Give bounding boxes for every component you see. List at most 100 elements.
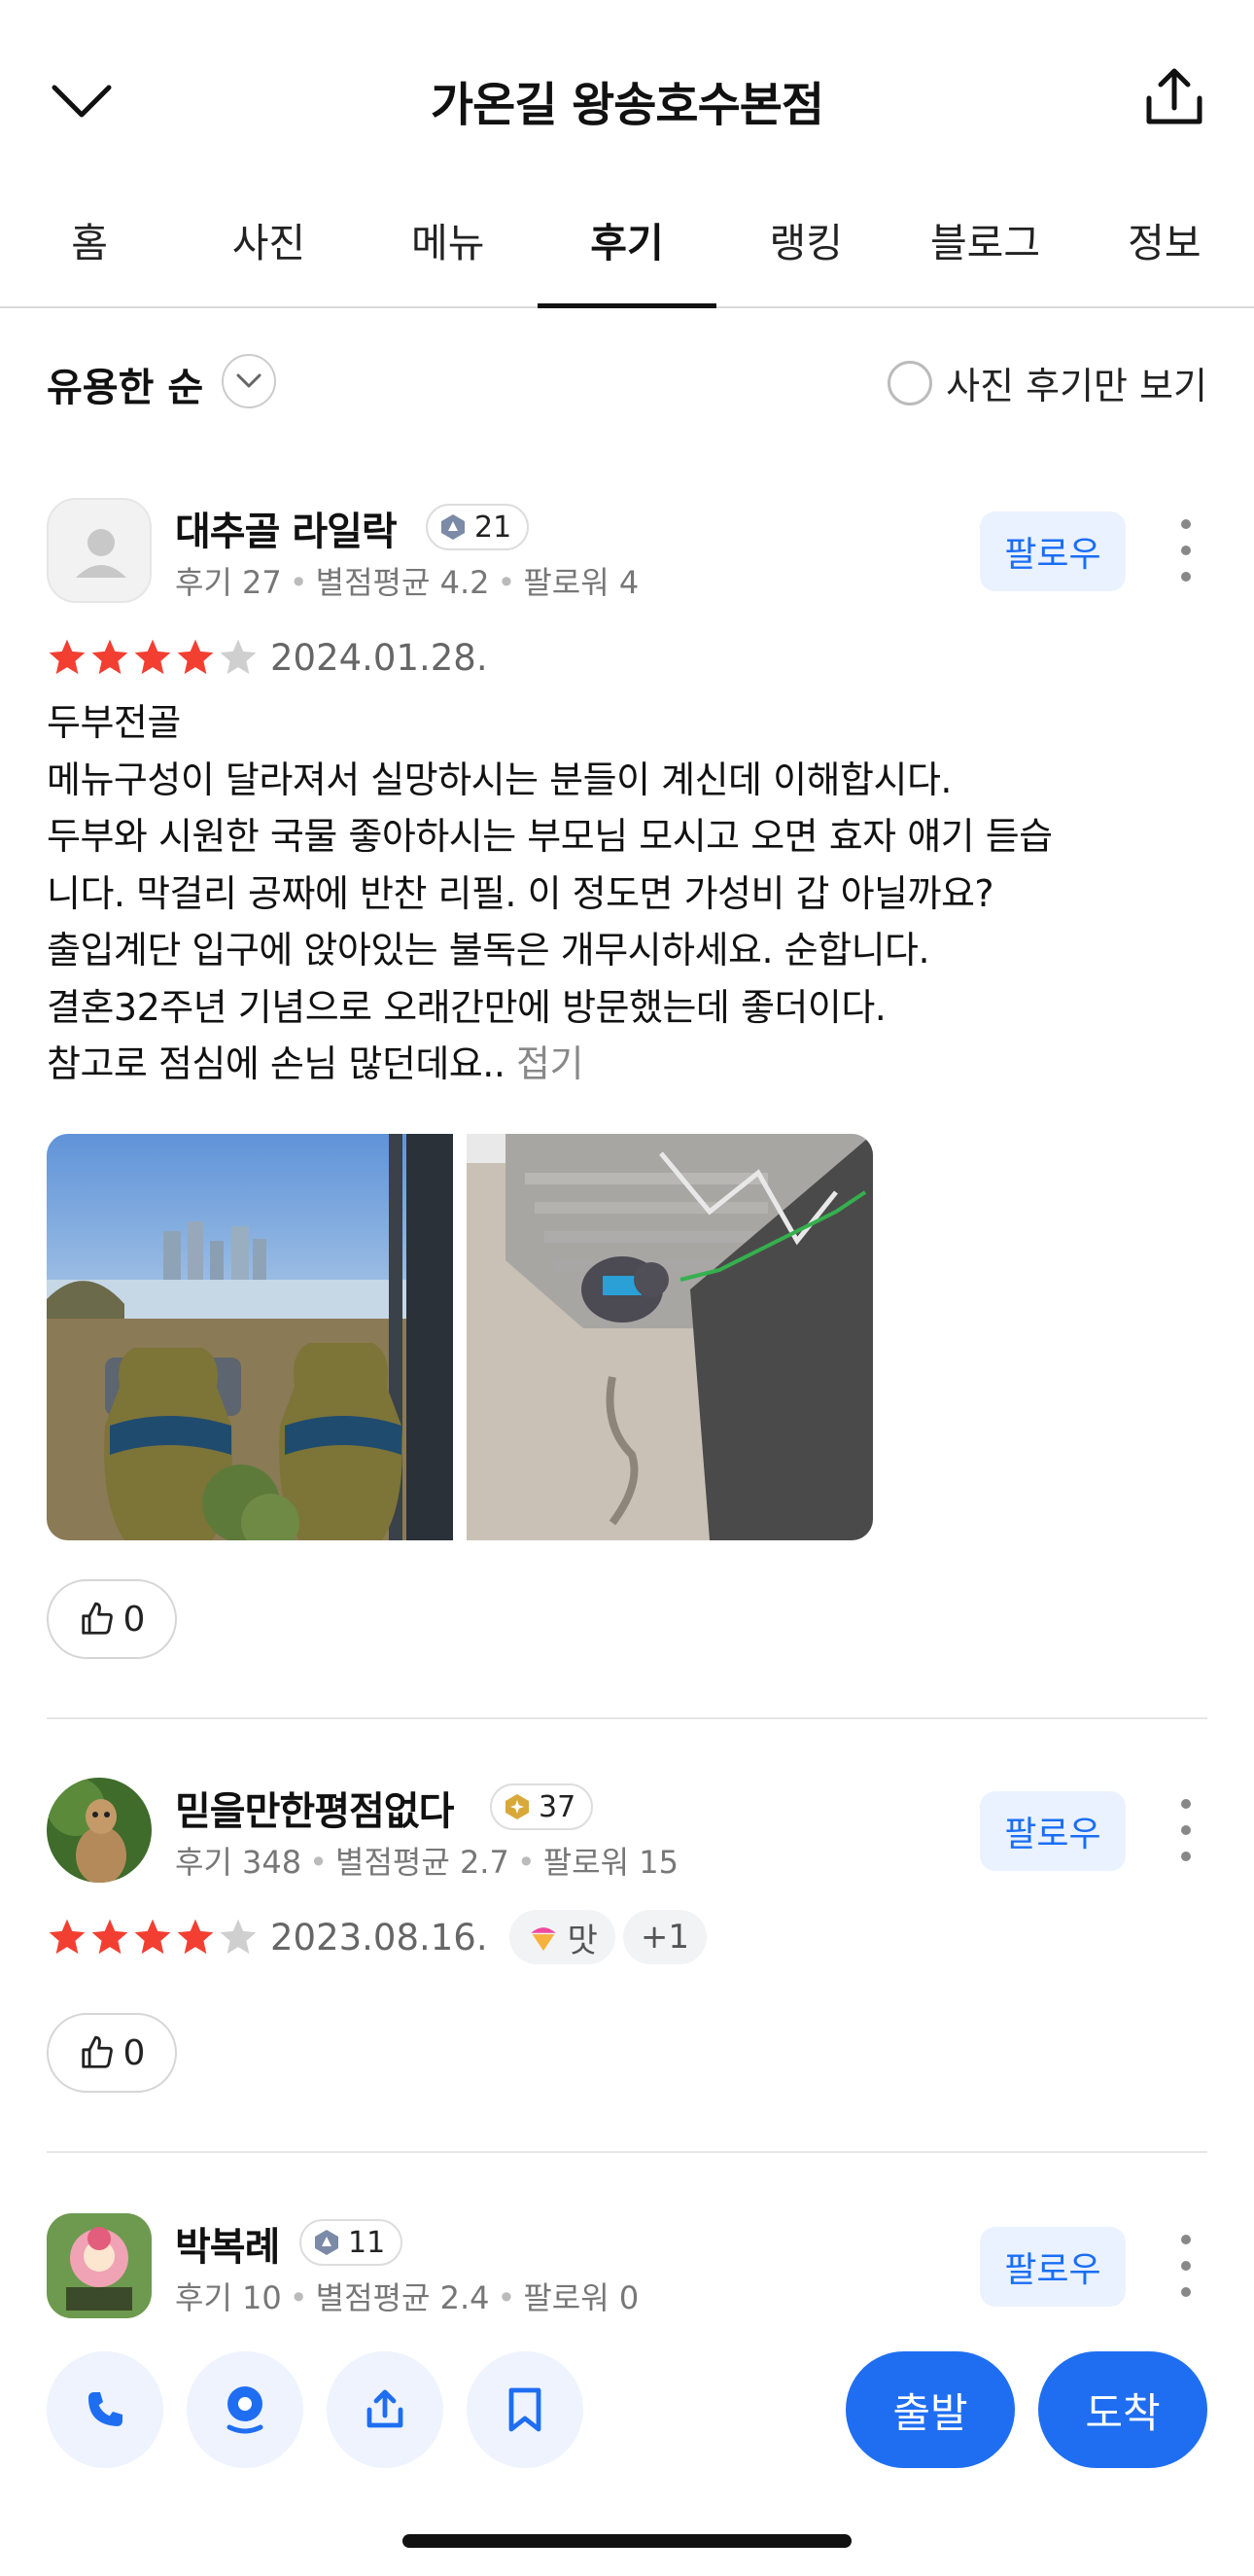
level-badge: 37 (490, 1783, 594, 1830)
like-button[interactable]: 0 (47, 1579, 177, 1659)
review-date: 2023.08.16. (270, 1916, 488, 1958)
review-text: 두부전골 메뉴구성이 달라져서 실망하시는 분들이 계신데 이해합시다. 두부와… (47, 694, 1207, 1093)
level-hex-icon (315, 2230, 338, 2255)
review-count: 후기 27 (175, 564, 282, 601)
star-icon (91, 639, 128, 675)
level-badge: 21 (426, 504, 530, 550)
bookmark-icon[interactable] (467, 2351, 583, 2468)
review-line: 참고로 점심에 손님 많던데요.. 접기 (47, 1036, 1207, 1093)
more-options-icon[interactable] (1178, 1799, 1194, 1861)
reviewer-meta: 후기 348 • 별점평균 2.7 • 팔로워 15 (175, 1844, 679, 1881)
app-header: 가온길 왕송호수본점 (0, 0, 1254, 194)
tab-blog[interactable]: 블로그 (895, 194, 1074, 306)
rating-row: 2023.08.16. 맛 +1 (47, 1908, 708, 1966)
reviewer-meta: 후기 10 • 별점평균 2.4 • 팔로워 0 (175, 2279, 640, 2316)
tab-photos[interactable]: 사진 (179, 194, 358, 306)
thumbs-up-icon (81, 2035, 113, 2068)
tab-info[interactable]: 정보 (1075, 194, 1254, 306)
tab-bar: 홈 사진 메뉴 후기 랭킹 블로그 정보 (0, 194, 1254, 308)
review-line: 두부전골 (47, 701, 181, 744)
review-count: 후기 10 (175, 2279, 282, 2316)
page-title: 가온길 왕송호수본점 (430, 78, 824, 132)
photo-only-toggle[interactable]: 사진 후기만 보기 (888, 356, 1207, 409)
photo-only-label: 사진 후기만 보기 (946, 365, 1207, 407)
tag-label: 맛 (567, 1921, 598, 1960)
review-line: 니다. 막걸리 공짜에 반찬 리필. 이 정도면 가성비 갑 아닐까요? (47, 871, 994, 915)
review-line: 메뉴구성이 달라져서 실망하시는 분들이 계신데 이해합시다. (47, 758, 952, 801)
avg-rating: 별점평균 2.4 (315, 2279, 490, 2316)
reviewer-meta: 후기 27 • 별점평균 4.2 • 팔로워 4 (175, 564, 640, 601)
more-tags-chip[interactable]: +1 (622, 1910, 708, 1964)
share-icon[interactable] (327, 2351, 443, 2468)
fold-link[interactable]: 접기 (516, 1042, 583, 1085)
avatar[interactable] (47, 1778, 152, 1883)
tab-home[interactable]: 홈 (0, 194, 179, 306)
review-line: 결혼32주년 기념으로 오래간만에 방문했는데 좋더이다. (47, 985, 887, 1029)
level-value: 37 (539, 1789, 576, 1824)
divider (47, 2151, 1207, 2153)
avg-rating: 별점평균 4.2 (315, 564, 490, 601)
tab-ranking[interactable]: 랭킹 (716, 194, 895, 306)
star-icon (91, 1919, 128, 1955)
star-empty-icon (220, 1919, 257, 1955)
reviewer-name[interactable]: 대추골 라일락 (175, 500, 398, 556)
rating-row: 2024.01.28. (47, 628, 488, 687)
follow-button[interactable]: 팔로우 (980, 1791, 1126, 1871)
review-card: 박복례 11 후기 10 • 별점평균 2.4 • 팔로워 0 팔로우 (47, 2213, 1207, 2320)
star-icon (49, 639, 86, 675)
location-pin-icon[interactable] (187, 2351, 303, 2468)
level-hex-icon (505, 1794, 529, 1819)
review-line: 두부와 시원한 국물 좋아하시는 부모님 모시고 오면 효자 얘기 듣습 (47, 815, 1053, 858)
sort-row: 유용한 순 사진 후기만 보기 (47, 350, 1207, 418)
tab-menu[interactable]: 메뉴 (359, 194, 538, 306)
avatar[interactable] (47, 2213, 152, 2318)
review-photo[interactable] (467, 1134, 873, 1540)
phone-icon[interactable] (47, 2351, 163, 2468)
review-count: 후기 348 (175, 1844, 302, 1881)
review-photos (47, 1134, 887, 1540)
review-card: 믿을만한평점없다 37 후기 348 • 별점평균 2.7 • 팔로워 15 팔로우 2… (47, 1778, 1207, 2099)
star-icon (177, 639, 214, 675)
share-icon[interactable] (1137, 60, 1211, 134)
more-options-icon[interactable] (1178, 519, 1194, 582)
level-value: 11 (348, 2225, 386, 2260)
divider (47, 1717, 1207, 1719)
reviewer-name[interactable]: 믿을만한평점없다 (175, 1780, 454, 1836)
star-icon (134, 1919, 171, 1955)
follow-button[interactable]: 팔로우 (980, 2227, 1126, 2307)
follower-count: 팔로워 0 (523, 2279, 640, 2316)
review-line-text: 참고로 점심에 손님 많던데요.. (47, 1042, 505, 1085)
home-indicator (402, 2534, 852, 2548)
level-value: 21 (474, 510, 512, 545)
chevron-down-icon[interactable] (222, 354, 276, 408)
more-options-icon[interactable] (1178, 2235, 1194, 2297)
avg-rating: 별점평균 2.7 (335, 1844, 509, 1881)
bottom-action-bar: 출발 도착 (0, 2324, 1254, 2499)
arrive-button[interactable]: 도착 (1038, 2351, 1207, 2468)
thumbs-up-icon (81, 1602, 113, 1635)
review-line: 출입계단 입구에 앉아있는 불독은 개무시하세요. 순합니다. (47, 929, 930, 971)
review-photo[interactable] (47, 1134, 453, 1540)
tag-label: +1 (640, 1918, 690, 1957)
radio-icon[interactable] (888, 360, 933, 406)
review-date: 2024.01.28. (270, 636, 488, 679)
depart-button[interactable]: 출발 (846, 2351, 1015, 2468)
follower-count: 팔로워 15 (542, 1844, 679, 1881)
level-hex-icon (441, 514, 465, 540)
avatar[interactable] (47, 498, 152, 603)
level-badge: 11 (299, 2219, 403, 2266)
star-empty-icon (220, 639, 257, 675)
sort-dropdown-label[interactable]: 유용한 순 (47, 356, 203, 412)
star-icon (177, 1919, 214, 1955)
reviewer-name[interactable]: 박복례 (175, 2215, 280, 2272)
star-icon (49, 1919, 86, 1955)
star-icon (134, 639, 171, 675)
tab-reviews[interactable]: 후기 (537, 194, 717, 308)
like-count: 0 (122, 1599, 146, 1640)
taste-tag: 맛 (508, 1910, 615, 1964)
taste-tag-icon (530, 1927, 556, 1952)
like-count: 0 (122, 2032, 146, 2073)
follow-button[interactable]: 팔로우 (980, 512, 1126, 591)
follower-count: 팔로워 4 (523, 564, 640, 601)
like-button[interactable]: 0 (47, 2013, 177, 2093)
